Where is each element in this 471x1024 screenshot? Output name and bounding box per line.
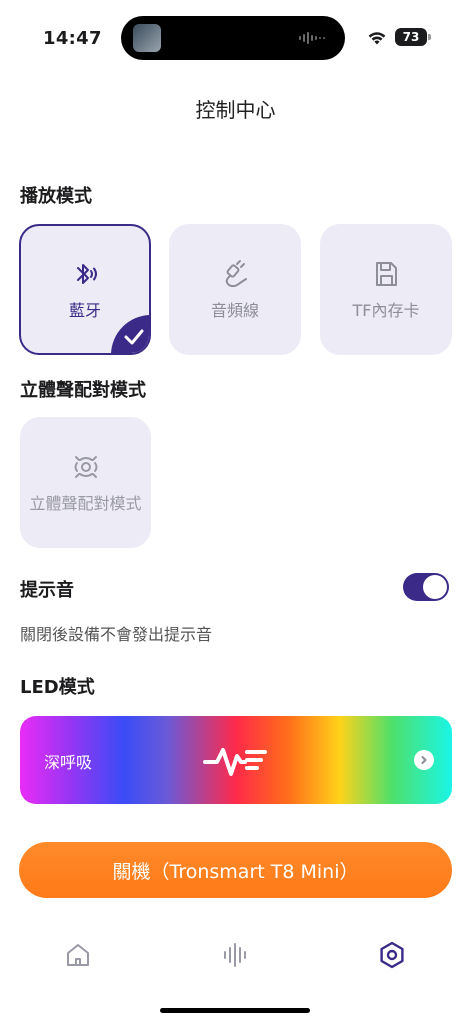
settings-hexagon-icon: [380, 941, 404, 969]
sd-card-icon: [376, 261, 397, 286]
status-indicators: 73: [367, 28, 431, 46]
mode-label-bluetooth: 藍牙: [68, 300, 101, 320]
stereo-pairing-card[interactable]: 立體聲配對模式: [20, 417, 151, 548]
status-time: 14:47: [43, 28, 102, 49]
led-mode-banner[interactable]: 深呼吸: [20, 716, 452, 804]
stereo-pairing-label: 立體聲配對模式: [29, 493, 142, 513]
selected-badge: [111, 315, 149, 353]
dynamic-island[interactable]: [121, 16, 345, 60]
aux-cable-icon: [225, 259, 247, 287]
stereo-pair-icon: [74, 455, 97, 478]
checkmark-icon: [124, 329, 144, 345]
page-title: 控制中心: [195, 98, 276, 122]
tab-settings[interactable]: [372, 935, 412, 975]
playback-mode-title: 播放模式: [20, 186, 92, 207]
wifi-icon: [368, 32, 386, 45]
home-indicator: [160, 1008, 310, 1013]
led-mode-title: LED模式: [20, 677, 95, 698]
mode-label-sd-card: TF內存卡: [352, 300, 420, 320]
prompt-tone-toggle[interactable]: [403, 573, 449, 601]
home-icon: [67, 944, 89, 966]
toggle-knob: [423, 575, 447, 599]
mode-card-aux[interactable]: 音頻線: [169, 224, 301, 355]
power-off-button[interactable]: 關機（Tronsmart T8 Mini）: [19, 842, 452, 898]
status-bar: 14:47 73: [0, 0, 471, 76]
prompt-tone-title: 提示音: [20, 580, 74, 601]
bluetooth-audio-icon: [77, 263, 97, 284]
now-playing-thumbnail: [133, 24, 161, 52]
led-mode-arrow-icon: [414, 750, 434, 770]
tab-bar: [0, 925, 471, 985]
pulse-wave-icon: [203, 748, 267, 776]
led-mode-current: 深呼吸: [44, 753, 93, 772]
equalizer-icon: [224, 943, 246, 967]
tab-home[interactable]: [58, 935, 98, 975]
tab-equalizer[interactable]: [215, 935, 255, 975]
audio-wave-icon: [299, 32, 325, 44]
mode-card-bluetooth[interactable]: 藍牙: [19, 224, 151, 355]
prompt-tone-description: 關閉後設備不會發出提示音: [20, 625, 213, 644]
mode-label-aux: 音頻線: [210, 300, 259, 320]
battery-indicator: 73: [395, 28, 431, 46]
stereo-pairing-title: 立體聲配對模式: [20, 380, 146, 401]
mode-card-sd-card[interactable]: TF內存卡: [320, 224, 452, 355]
